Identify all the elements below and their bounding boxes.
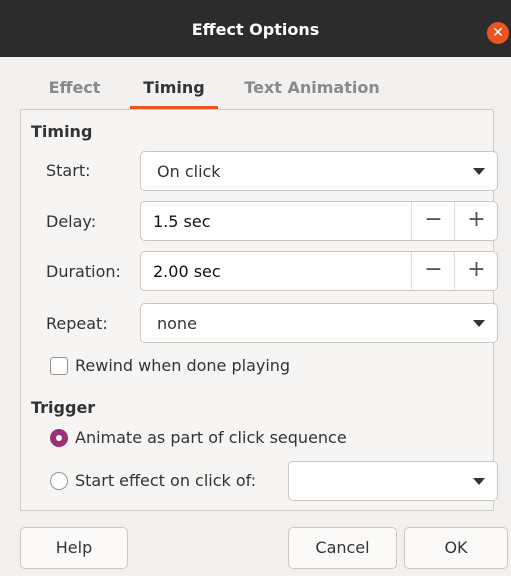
help-button[interactable]: Help <box>20 527 128 569</box>
tab-text-animation[interactable]: Text Animation <box>228 65 396 109</box>
cancel-button[interactable]: Cancel <box>288 527 397 569</box>
start-dropdown[interactable]: On click <box>140 151 498 191</box>
delay-decrement-button[interactable]: − <box>411 202 455 240</box>
trigger-section-title: Trigger <box>31 398 96 417</box>
rewind-checkbox[interactable] <box>50 357 68 375</box>
click-sequence-label[interactable]: Animate as part of click sequence <box>75 428 347 447</box>
start-label: Start: <box>46 161 91 180</box>
start-value: On click <box>157 162 221 181</box>
repeat-value: none <box>157 314 197 333</box>
click-sequence-radio[interactable] <box>50 429 68 447</box>
title-bar: Effect Options ✕ <box>0 0 511 57</box>
delay-spinbox[interactable]: 1.5 sec − + <box>140 201 498 241</box>
tab-timing[interactable]: Timing <box>130 65 218 109</box>
click-of-label[interactable]: Start effect on click of: <box>75 471 256 490</box>
chevron-down-icon <box>473 478 485 485</box>
tab-effect[interactable]: Effect <box>20 65 129 109</box>
close-button[interactable]: ✕ <box>487 22 509 44</box>
duration-value[interactable]: 2.00 sec <box>153 262 221 281</box>
chevron-down-icon <box>473 168 485 175</box>
close-icon: ✕ <box>492 25 504 41</box>
repeat-label: Repeat: <box>46 314 108 333</box>
chevron-down-icon <box>473 320 485 327</box>
duration-spinbox[interactable]: 2.00 sec − + <box>140 251 498 291</box>
rewind-label[interactable]: Rewind when done playing <box>75 356 290 375</box>
duration-decrement-button[interactable]: − <box>411 252 455 290</box>
delay-label: Delay: <box>46 212 97 231</box>
duration-increment-button[interactable]: + <box>454 252 498 290</box>
tab-bar: Effect Timing Text Animation <box>20 65 493 110</box>
repeat-dropdown[interactable]: none <box>140 303 498 343</box>
delay-value[interactable]: 1.5 sec <box>153 212 211 231</box>
ok-button[interactable]: OK <box>404 527 508 569</box>
duration-label: Duration: <box>46 262 121 281</box>
click-of-dropdown[interactable] <box>288 461 498 501</box>
delay-increment-button[interactable]: + <box>454 202 498 240</box>
click-of-radio[interactable] <box>50 472 68 490</box>
dialog-title: Effect Options <box>191 20 320 39</box>
timing-section-title: Timing <box>31 122 93 141</box>
